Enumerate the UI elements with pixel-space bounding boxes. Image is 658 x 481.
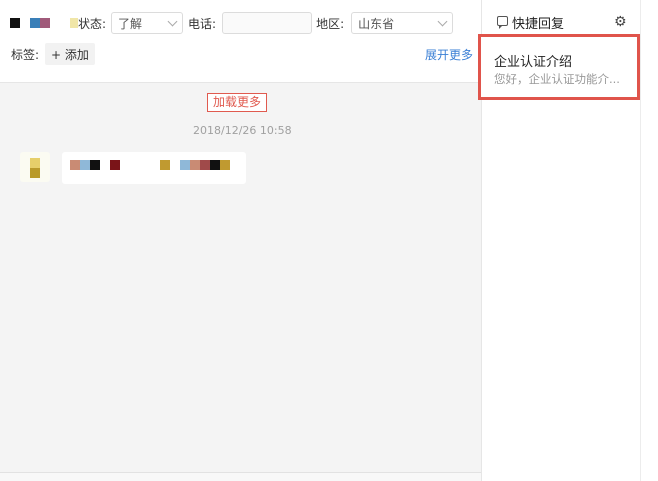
gear-icon[interactable]: ⚙ [614, 15, 628, 29]
scrollbar-track[interactable] [640, 0, 658, 481]
quick-reply-item[interactable]: 企业认证介绍 您好，企业认证功能介... [478, 34, 640, 100]
phone-input[interactable] [222, 12, 313, 34]
region-label: 地区: [316, 16, 345, 31]
load-more-button[interactable]: 加载更多 [207, 93, 268, 112]
tags-row: 标签: + 添加 [11, 43, 95, 65]
region-value: 山东省 [358, 16, 395, 31]
quick-reply-panel: 快捷回复 ⚙ 企业认证介绍 您好，企业认证功能介... [478, 0, 658, 481]
status-value: 了解 [118, 16, 143, 31]
input-toolbar [0, 472, 481, 481]
message-timestamp: 2018/12/26 10:58 [193, 124, 292, 137]
quick-reply-title: 快捷回复 [512, 17, 565, 32]
status-select[interactable]: 了解 [111, 12, 184, 34]
message-icon [497, 16, 508, 29]
avatar [20, 152, 50, 182]
chat-panel: 状态: 了解 电话: 地区: 山东省 标签: + 添加 展开更多 加载更多 20 [0, 0, 481, 481]
add-tag-button[interactable]: + 添加 [45, 43, 95, 65]
chevron-down-icon [437, 16, 448, 26]
quick-reply-item-preview: 您好，企业认证功能介... [494, 72, 620, 86]
redacted-customer-name [10, 18, 78, 28]
quick-reply-header: 快捷回复 ⚙ [482, 6, 640, 36]
tags-label: 标签: [11, 47, 40, 62]
quick-reply-item-title: 企业认证介绍 [494, 55, 573, 70]
customer-info-header: 状态: 了解 电话: 地区: 山东省 标签: + 添加 展开更多 [0, 0, 481, 83]
region-select[interactable]: 山东省 [351, 12, 454, 34]
app-window: 状态: 了解 电话: 地区: 山东省 标签: + 添加 展开更多 加载更多 20 [0, 0, 658, 481]
expand-more-link[interactable]: 展开更多 [425, 46, 473, 63]
phone-label: 电话: [188, 16, 217, 31]
customer-info-row: 状态: 了解 电话: 地区: 山东省 [10, 12, 454, 34]
redacted-message-bubble [62, 152, 246, 184]
chevron-down-icon [167, 16, 178, 26]
status-label: 状态: [78, 16, 107, 31]
